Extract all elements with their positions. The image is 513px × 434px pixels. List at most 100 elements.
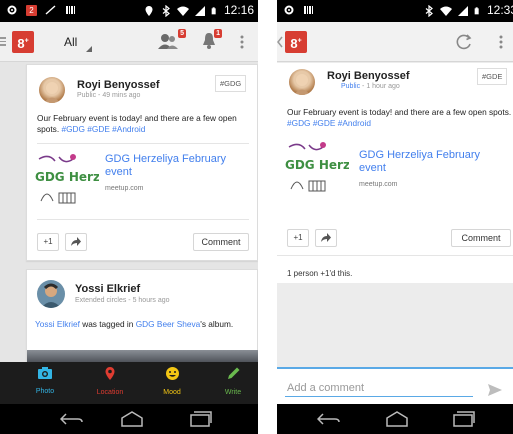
up-arrow-icon[interactable] [277, 36, 283, 48]
post-author[interactable]: Royi Benyossef [327, 70, 410, 82]
battery-icon [211, 6, 216, 14]
people-icon [158, 34, 178, 49]
status-time: 12:33 [486, 3, 513, 17]
link-preview[interactable]: GDG Herz GDG Herzeliya February event me… [35, 151, 249, 209]
mood-action[interactable]: Mood [147, 366, 197, 396]
svg-text:GDG Herz: GDG Herz [35, 170, 99, 184]
share-icon [71, 237, 81, 246]
link-title[interactable]: GDG Herzeliya February event [105, 153, 249, 179]
smiley-icon [165, 367, 179, 380]
home-icon[interactable] [385, 411, 409, 427]
notification-icon: 2 [26, 4, 37, 16]
link-title[interactable]: GDG Herzeliya February event [359, 149, 509, 175]
avatar-face [44, 82, 60, 103]
author-avatar[interactable] [37, 280, 65, 308]
link-thumbnail-image: GDG Herz [35, 151, 99, 207]
wifi-icon [439, 6, 452, 16]
post-hashtags[interactable]: #GDG #GDE #Android [287, 118, 371, 128]
camera-icon [38, 367, 52, 379]
plus-one-button[interactable]: +1 [37, 233, 59, 251]
settings-icon [7, 5, 17, 15]
home-icon[interactable] [120, 411, 144, 427]
stream-selector[interactable]: All [64, 35, 77, 49]
overflow-menu-icon[interactable] [240, 35, 244, 49]
wifi-icon [176, 6, 189, 16]
post-hashtags[interactable]: #GDG #GDE #Android [61, 124, 145, 134]
post-meta: Public - 1 hour ago [341, 83, 400, 90]
bell-count-badge: 1 [214, 29, 222, 38]
location-pin-icon [105, 367, 115, 380]
hashtag-chip[interactable]: #GDE [477, 68, 508, 85]
google-plus-logo[interactable]: 8+ [285, 31, 307, 53]
write-action[interactable]: Write [208, 366, 258, 396]
share-icon [321, 233, 331, 242]
phone-right: 12:33 8+ Royi Benyossef Public - 1 hour … [277, 0, 513, 434]
link-domain: meetup.com [105, 185, 144, 192]
back-icon[interactable] [317, 412, 341, 426]
nav-bar [277, 404, 513, 434]
status-bar: 12:33 [277, 0, 513, 22]
bluetooth-icon [425, 4, 433, 17]
link-domain: meetup.com [359, 181, 398, 188]
refresh-icon[interactable] [455, 33, 473, 51]
overflow-menu-icon[interactable] [499, 35, 503, 49]
author-avatar[interactable] [289, 69, 315, 95]
comment-input[interactable] [285, 379, 473, 397]
recents-icon[interactable] [190, 411, 212, 427]
comment-button[interactable]: Comment [451, 229, 511, 247]
barcode-icon [304, 6, 313, 14]
app-bar: 8+ All 5 1 [0, 22, 258, 62]
recents-icon[interactable] [453, 411, 475, 427]
plus-ones-summary[interactable]: 1 person +1'd this. [287, 269, 352, 278]
share-button[interactable] [315, 229, 337, 247]
hashtag-chip[interactable]: #GDG [215, 75, 247, 92]
divider [37, 219, 249, 220]
svg-text:GDG Herz: GDG Herz [285, 158, 349, 172]
post-meta: Extended circles - 5 hours ago [75, 297, 170, 304]
battery-icon [474, 6, 479, 14]
status-bar: 2 12:16 [0, 0, 258, 22]
post-text: Our February event is today! and there a… [37, 113, 237, 134]
location-action[interactable]: Location [85, 366, 135, 396]
author-avatar[interactable] [39, 77, 65, 103]
notifications-button[interactable]: 5 [158, 29, 186, 55]
notification-count-badge: 5 [178, 29, 186, 38]
google-plus-logo[interactable]: 8+ [12, 31, 34, 53]
phone-left: 2 12:16 8+ All 5 1 Royi Benyossef Public… [0, 0, 258, 434]
post-author[interactable]: Yossi Elkrief [75, 283, 140, 295]
status-time: 12:16 [223, 3, 254, 17]
send-icon[interactable] [487, 383, 503, 397]
post-card[interactable]: Royi Benyossef Public - 49 mins ago #GDG… [26, 64, 258, 261]
link-preview[interactable]: GDG Herz GDG Herzeliya February event me… [285, 139, 511, 197]
location-icon [145, 5, 153, 16]
nav-bar [0, 404, 258, 434]
share-action-bar: Photo Location Mood Write [0, 362, 258, 404]
signal-icon [194, 5, 205, 16]
divider [277, 255, 513, 256]
signal-icon [457, 5, 468, 16]
settings-icon [284, 5, 294, 15]
post-text: Yossi Elkrief was tagged in GDG Beer She… [35, 319, 234, 329]
link-thumbnail-image: GDG Herz [285, 139, 349, 195]
post-detail: Royi Benyossef Public - 1 hour ago #GDE … [277, 63, 513, 283]
dropdown-icon [86, 46, 92, 52]
plus-one-button[interactable]: +1 [287, 229, 309, 247]
post-text: Our February event is today! and there a… [287, 107, 512, 128]
bell-button[interactable]: 1 [202, 29, 222, 55]
avatar-face [294, 74, 310, 95]
app-bar: 8+ [277, 22, 513, 62]
drawer-icon[interactable] [0, 37, 6, 46]
comment-button[interactable]: Comment [193, 233, 249, 251]
bluetooth-icon [162, 4, 170, 17]
post-author[interactable]: Royi Benyossef [77, 79, 160, 91]
missed-call-icon [45, 5, 56, 15]
share-button[interactable] [65, 233, 87, 251]
post-card[interactable]: Yossi Elkrief Extended circles - 5 hours… [26, 269, 258, 366]
back-icon[interactable] [60, 412, 84, 426]
barcode-icon [66, 6, 75, 14]
avatar-face [41, 283, 61, 308]
photo-action[interactable]: Photo [20, 366, 70, 395]
pencil-icon [227, 367, 239, 379]
divider [37, 143, 249, 144]
post-meta: Public - 49 mins ago [77, 92, 141, 99]
